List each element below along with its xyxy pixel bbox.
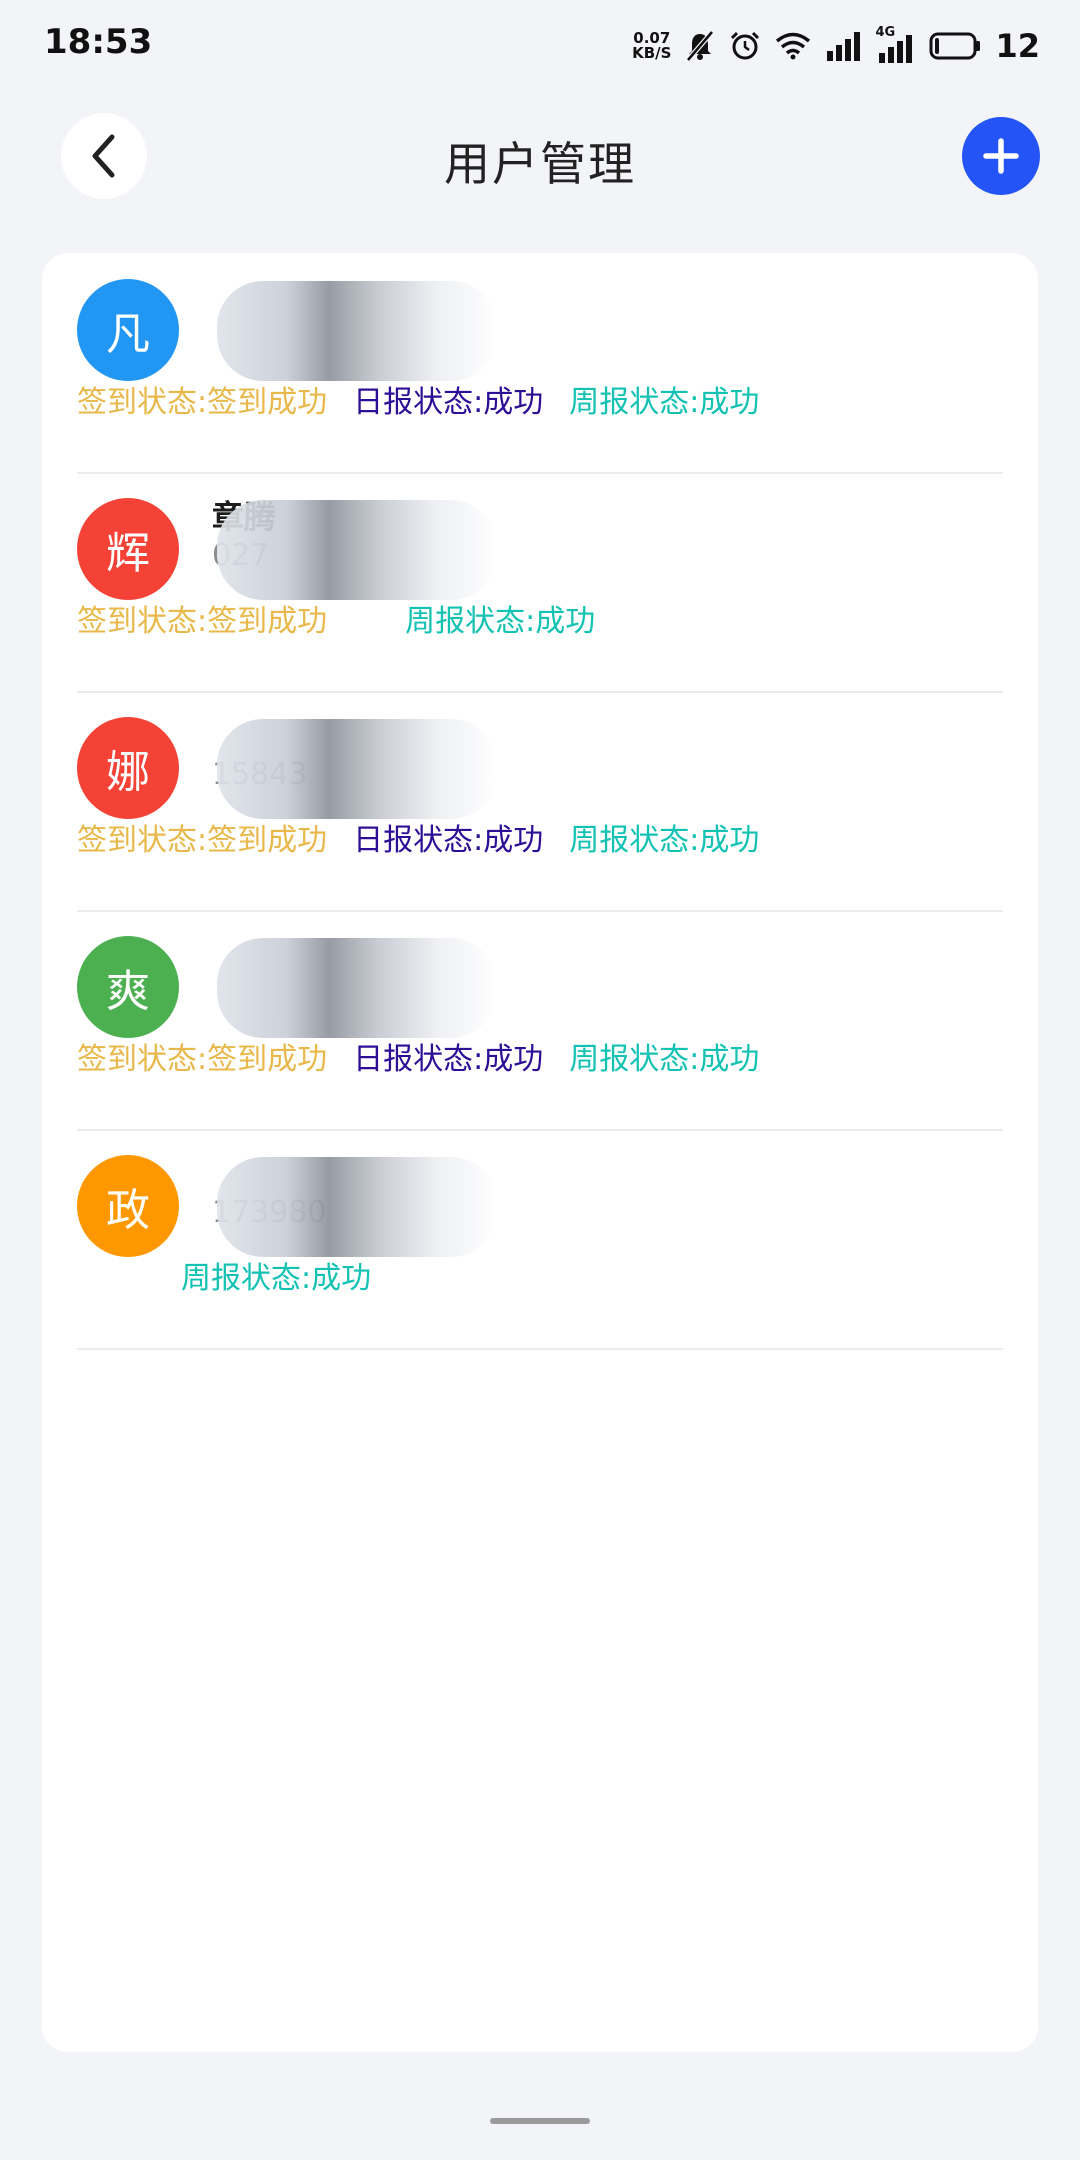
avatar: 辉	[77, 498, 179, 600]
daily-status: 日报状态:成功	[353, 1042, 544, 1077]
signal-icon	[827, 32, 861, 61]
daily-status: 日报状态:成功	[353, 823, 544, 858]
sign-status: 签到状态:签到成功	[77, 1042, 328, 1077]
status-line: 签到状态:签到成功 日报状态:成功 周报状态:成功	[77, 1034, 785, 1078]
weekly-status: 周报状态:成功	[569, 1042, 760, 1077]
status-line: 签到状态:签到成功 日报状态:成功 周报状态:成功	[77, 815, 785, 859]
user-list-item[interactable]: 凡签到状态:签到成功 日报状态:成功 周报状态:成功	[77, 253, 1003, 474]
alarm-icon	[731, 31, 760, 60]
signal-4g-icon: 4G	[875, 25, 915, 63]
mute-icon	[686, 30, 715, 62]
page-title: 用户管理	[444, 137, 636, 191]
status-line: 周报状态:成功	[129, 1253, 397, 1297]
net-speed-unit: KB/S	[632, 44, 672, 62]
redaction-blur	[217, 281, 497, 381]
weekly-status: 周报状态:成功	[569, 385, 760, 420]
plus-icon	[983, 138, 1019, 174]
sign-status: 签到状态:签到成功	[77, 823, 328, 858]
avatar: 爽	[77, 936, 179, 1038]
status-icons: 0.07 KB/S 4G 12	[632, 24, 1040, 68]
avatar: 政	[77, 1155, 179, 1257]
add-user-button[interactable]	[962, 117, 1040, 195]
redaction-blur	[217, 500, 497, 600]
user-list-item[interactable]: 娜15843签到状态:签到成功日报状态:成功周报状态:成功	[77, 691, 1003, 912]
redaction-blur	[217, 719, 497, 819]
home-indicator	[490, 2118, 590, 2124]
wifi-icon	[776, 32, 811, 60]
net-speed: 0.07 KB/S	[632, 31, 671, 61]
weekly-status: 周报状态:成功	[181, 1261, 372, 1296]
weekly-status: 周报状态:成功	[405, 604, 596, 639]
user-list-item[interactable]: 爽签到状态:签到成功 日报状态:成功 周报状态:成功	[77, 910, 1003, 1131]
status-time: 18:53	[44, 22, 153, 62]
sign-status: 签到状态:签到成功	[77, 604, 328, 639]
avatar: 凡	[77, 279, 179, 381]
avatar: 娜	[77, 717, 179, 819]
weekly-status: 周报状态:成功	[569, 823, 760, 858]
user-list-item[interactable]: 辉章腾027签到状态:签到成功周报状态:成功	[77, 472, 1003, 693]
battery-icon	[929, 32, 981, 60]
daily-status: 日报状态:成功	[353, 385, 544, 420]
status-line: 签到状态:签到成功 周报状态:成功	[77, 596, 621, 640]
user-list-card: 凡签到状态:签到成功日报状态:成功周报状态:成功辉章腾027签到状态:签到成功周…	[42, 253, 1038, 2052]
redaction-blur	[217, 938, 497, 1038]
status-line: 签到状态:签到成功 日报状态:成功 周报状态:成功	[77, 377, 785, 421]
sign-status: 签到状态:签到成功	[77, 385, 328, 420]
redaction-blur	[217, 1157, 497, 1257]
user-list-item[interactable]: 政173980周报状态:成功	[77, 1129, 1003, 1350]
battery-level: 12	[995, 27, 1040, 65]
status-bar: 18:53 0.07 KB/S 4G 12	[0, 0, 1080, 92]
